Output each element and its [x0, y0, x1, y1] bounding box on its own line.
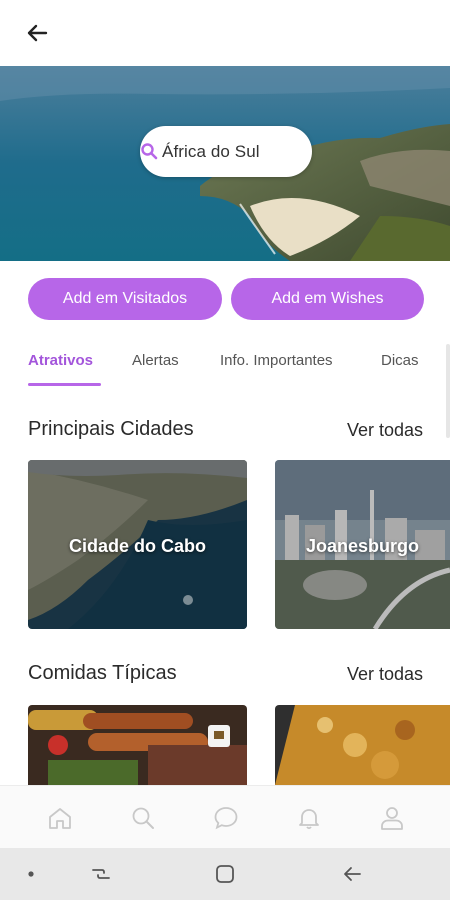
nav-profile[interactable]	[378, 804, 406, 832]
cities-section-title: Principais Cidades	[28, 418, 194, 440]
tab-dicas[interactable]: Dicas	[381, 352, 419, 369]
arrow-left-icon	[27, 24, 48, 42]
chat-icon	[214, 807, 238, 830]
tab-bar: Atrativos Alertas Info. Importantes Dica…	[0, 340, 450, 390]
city-card-label: Cidade do Cabo	[68, 536, 206, 556]
bottom-navigation	[0, 785, 450, 848]
food-photo-grill	[28, 705, 247, 785]
nav-search[interactable]	[129, 804, 157, 832]
back-arrow-icon	[344, 867, 361, 881]
recent-apps-icon	[92, 869, 110, 879]
user-icon	[381, 807, 403, 830]
dot-icon	[28, 871, 34, 877]
home-icon	[49, 808, 71, 829]
action-buttons: Add em Visitados Add em Wishes	[0, 278, 450, 321]
tab-atrativos[interactable]: Atrativos	[28, 352, 93, 369]
search-icon[interactable]	[140, 142, 158, 160]
add-visited-button[interactable]: Add em Visitados	[28, 278, 222, 320]
system-recent-apps-button[interactable]	[88, 862, 114, 886]
city-card-joanesburgo[interactable]: Joanesburgo	[275, 460, 450, 629]
city-card-cidade-do-cabo[interactable]: Cidade do Cabo	[28, 460, 247, 629]
nav-chat[interactable]	[212, 804, 240, 832]
nav-home[interactable]	[46, 804, 74, 832]
system-dot-button[interactable]	[18, 862, 44, 886]
tab-info-importantes[interactable]: Info. Importantes	[220, 352, 333, 369]
bell-icon	[299, 809, 319, 830]
system-navigation-bar	[0, 848, 450, 900]
back-button[interactable]	[20, 18, 54, 48]
search-icon	[132, 807, 154, 829]
destination-search-value: África do Sul	[162, 141, 260, 161]
tab-alertas[interactable]: Alertas	[132, 352, 179, 369]
scrollbar[interactable]	[446, 344, 450, 438]
foods-section-title: Comidas Típicas	[28, 662, 177, 684]
nav-notifications[interactable]	[295, 804, 323, 832]
food-photo-casserole	[275, 705, 450, 785]
home-square-icon	[216, 865, 234, 883]
active-tab-indicator	[28, 383, 101, 386]
system-back-button[interactable]	[339, 862, 365, 886]
hero-image: África do Sul	[0, 66, 450, 261]
destination-search-field[interactable]: África do Sul	[140, 126, 312, 177]
city-card-label: Joanesburgo	[305, 536, 420, 556]
system-home-button[interactable]	[212, 862, 238, 886]
top-bar	[0, 0, 450, 66]
food-card-braai[interactable]	[28, 705, 247, 785]
food-card-bobotie[interactable]	[275, 705, 450, 785]
foods-see-all-link[interactable]: Ver todas	[347, 664, 423, 685]
cities-see-all-link[interactable]: Ver todas	[347, 420, 423, 441]
add-wishes-button[interactable]: Add em Wishes	[231, 278, 424, 320]
